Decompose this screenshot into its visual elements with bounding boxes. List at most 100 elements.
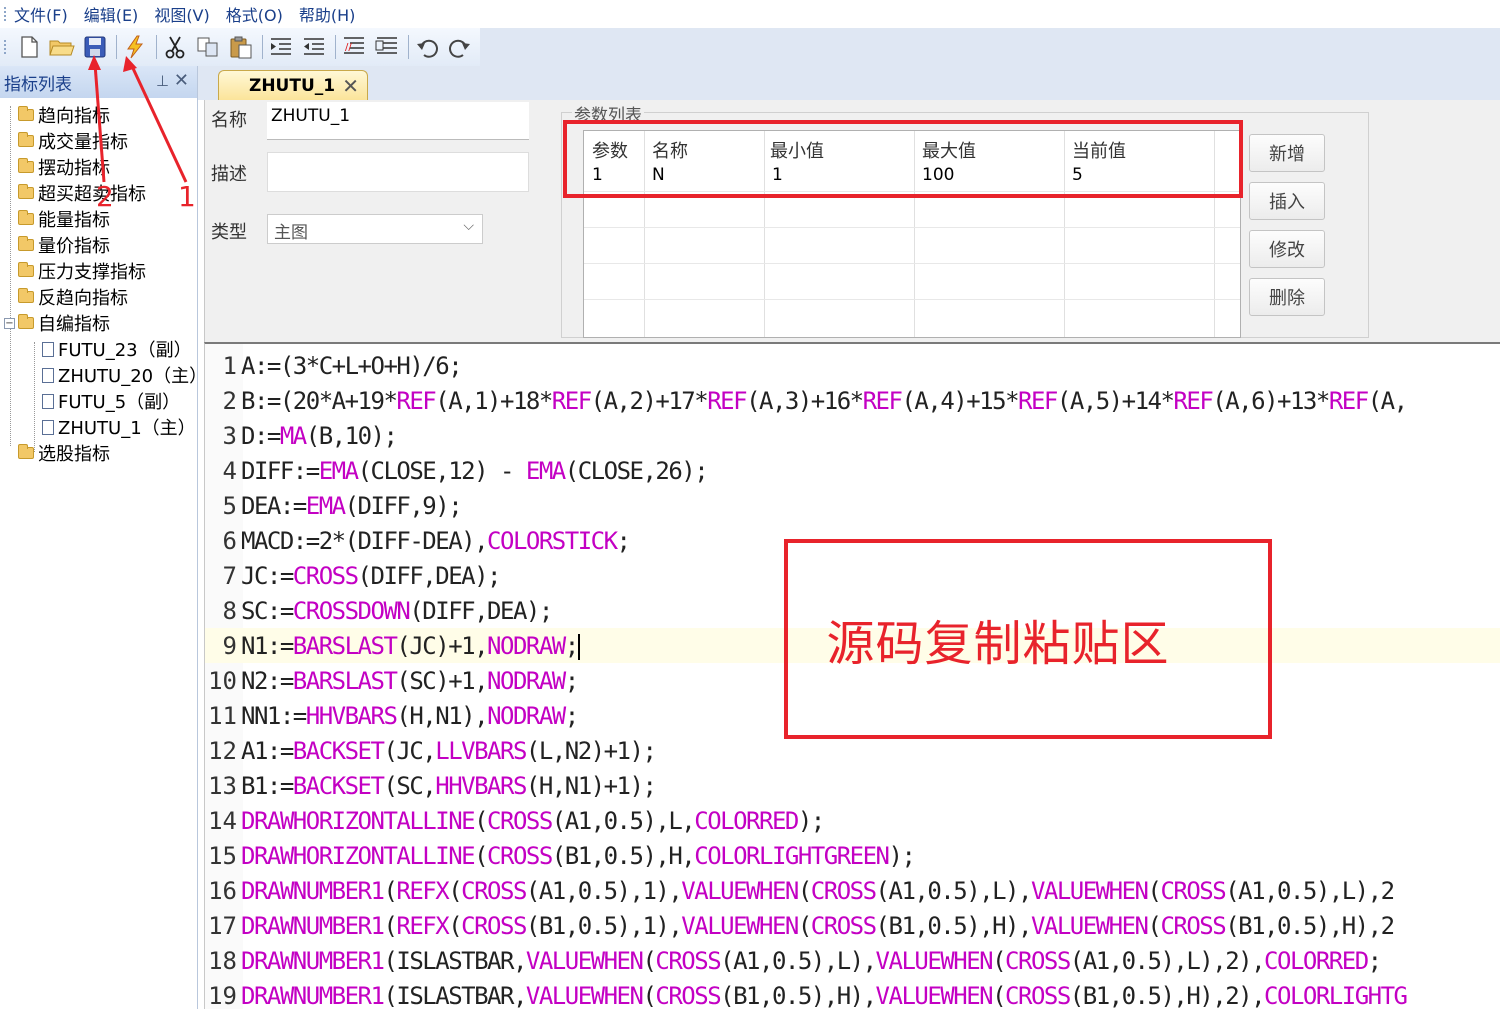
line-number: 11 <box>208 701 237 730</box>
insert-button[interactable]: 插入 <box>1249 182 1325 220</box>
toolbar-background <box>480 28 1500 66</box>
close-icon[interactable]: ✕ <box>174 70 189 91</box>
tree-folder[interactable]: 选股指标 <box>18 440 110 466</box>
line-number: 6 <box>222 526 237 555</box>
code-line[interactable]: 19 DRAWNUMBER1(ISLASTBAR,VALUEWHEN(CROSS(… <box>205 978 1500 1009</box>
menu-format[interactable]: 格式(O) <box>226 2 283 26</box>
code-line[interactable]: 5 DEA:=EMA(DIFF,9); <box>205 488 1500 523</box>
tree-folder[interactable]: 趋向指标 <box>18 102 110 128</box>
copy-icon[interactable] <box>193 32 223 62</box>
row-divider <box>584 263 1240 264</box>
line-number: 3 <box>222 421 237 450</box>
outdent-icon[interactable] <box>299 32 329 62</box>
tree-folder[interactable]: 摆动指标 <box>18 154 110 180</box>
tree-item-label: FUTU_5（副） <box>58 392 181 413</box>
menu-view[interactable]: 视图(V) <box>154 2 209 26</box>
code-text: JC:=CROSS(DIFF,DEA); <box>241 561 502 590</box>
tab-close-icon[interactable]: ✕ <box>342 74 359 98</box>
cut-icon[interactable] <box>160 32 190 62</box>
code-text: A:=(3*C+L+O+H)/6; <box>241 351 463 380</box>
indent-icon[interactable] <box>266 32 296 62</box>
name-field[interactable]: ZHUTU_1 <box>267 102 529 140</box>
line-number: 12 <box>208 736 237 765</box>
paste-area-highlight-box: 源码复制粘贴区 <box>784 539 1272 739</box>
tree-guide-line <box>34 342 35 452</box>
code-text: A1:=BACKSET(JC,LLVBARS(L,N2)+1); <box>241 736 657 765</box>
uncomment-icon[interactable] <box>372 32 402 62</box>
code-line[interactable]: 15 DRAWHORIZONTALLINE(CROSS(B1,0.5),H,COL… <box>205 838 1500 873</box>
code-line[interactable]: 4 DIFF:=EMA(CLOSE,12) - EMA(CLOSE,26); <box>205 453 1500 488</box>
code-line[interactable]: 14 DRAWHORIZONTALLINE(CROSS(A1,0.5),L,COL… <box>205 803 1500 838</box>
code-text: B:=(20*A+19*REF(A,1)+18*REF(A,2)+17*REF(… <box>241 386 1408 415</box>
tree-folder-label: 超买超卖指标 <box>38 184 146 205</box>
tree-folder[interactable]: 压力支撑指标 <box>18 258 146 284</box>
code-line[interactable]: 3 D:=MA(B,10); <box>205 418 1500 453</box>
code-text: DRAWHORIZONTALLINE(CROSS(A1,0.5),L,COLOR… <box>241 806 825 835</box>
svg-text://: // <box>345 42 352 53</box>
document-icon <box>42 393 54 409</box>
code-line[interactable]: 17 DRAWNUMBER1(REFX(CROSS(B1,0.5),1),VALU… <box>205 908 1500 943</box>
tree-folder[interactable]: 超买超卖指标 <box>18 180 146 206</box>
code-text: DRAWNUMBER1(ISLASTBAR,VALUEWHEN(CROSS(A1… <box>241 946 1382 975</box>
code-line[interactable]: 1 A:=(3*C+L+O+H)/6; <box>205 348 1500 383</box>
chevron-down-icon: ⌵ <box>463 218 474 234</box>
tab-label: ZHUTU_1 <box>249 75 336 96</box>
tree-item[interactable]: FUTU_23（副） <box>42 336 192 362</box>
toolbar-separator <box>116 35 117 59</box>
panel-title: 指标列表 <box>4 74 72 95</box>
folder-icon <box>18 236 34 251</box>
tree-folder-label: 量价指标 <box>38 236 110 257</box>
line-number: 17 <box>208 911 237 940</box>
tree-folder[interactable]: 量价指标 <box>18 232 110 258</box>
tree-item[interactable]: ZHUTU_1（主） <box>42 414 196 440</box>
line-number: 5 <box>222 491 237 520</box>
line-number: 7 <box>222 561 237 590</box>
open-folder-icon[interactable] <box>47 32 77 62</box>
tree-folder[interactable]: 成交量指标 <box>18 128 128 154</box>
tree-folder-label: 反趋向指标 <box>38 288 128 309</box>
tree-folder-custom[interactable]: − 自编指标 <box>4 310 110 336</box>
tab-zhutu-1[interactable]: ZHUTU_1 ✕ <box>218 70 368 100</box>
document-icon <box>42 367 54 383</box>
tree-item-label: ZHUTU_1（主） <box>58 418 196 439</box>
menu-edit[interactable]: 编辑(E) <box>84 2 139 26</box>
tree-folder-label: 成交量指标 <box>38 132 128 153</box>
folder-icon <box>18 262 34 277</box>
toolbar-separator <box>408 35 409 59</box>
tree-folder-label: 压力支撑指标 <box>38 262 146 283</box>
description-field[interactable] <box>267 152 529 192</box>
tree-folder-label: 趋向指标 <box>38 106 110 127</box>
folder-icon <box>18 444 34 459</box>
redo-icon[interactable] <box>445 32 475 62</box>
tree-folder[interactable]: 反趋向指标 <box>18 284 128 310</box>
comment-icon[interactable]: // <box>339 32 369 62</box>
undo-icon[interactable] <box>412 32 442 62</box>
paste-icon[interactable] <box>226 32 256 62</box>
modify-button[interactable]: 修改 <box>1249 230 1325 268</box>
save-icon[interactable] <box>80 32 110 62</box>
folder-icon <box>18 158 34 173</box>
name-label: 名称 <box>211 110 247 131</box>
delete-button[interactable]: 删除 <box>1249 278 1325 316</box>
tree-item[interactable]: FUTU_5（副） <box>42 388 180 414</box>
panel-header: 指标列表 ⊥ ✕ <box>0 66 197 98</box>
code-line[interactable]: 2 B:=(20*A+19*REF(A,1)+18*REF(A,2)+17*REF… <box>205 383 1500 418</box>
code-line[interactable]: 13 B1:=BACKSET(SC,HHVBARS(H,N1)+1); <box>205 768 1500 803</box>
type-label: 类型 <box>211 222 247 243</box>
toolbar-separator <box>262 35 263 59</box>
tree-item[interactable]: ZHUTU_20（主） <box>42 362 207 388</box>
code-text: B1:=BACKSET(SC,HHVBARS(H,N1)+1); <box>241 771 657 800</box>
code-line[interactable]: 18 DRAWNUMBER1(ISLASTBAR,VALUEWHEN(CROSS(… <box>205 943 1500 978</box>
folder-icon <box>18 132 34 147</box>
type-select[interactable]: 主图 ⌵ <box>267 214 483 244</box>
compile-icon[interactable] <box>120 32 150 62</box>
collapse-toggle[interactable]: − <box>4 317 15 329</box>
new-file-icon[interactable] <box>14 32 44 62</box>
menu-file[interactable]: 文件(F) <box>14 2 68 26</box>
pin-icon[interactable]: ⊥ <box>156 72 169 90</box>
add-button[interactable]: 新增 <box>1249 134 1325 172</box>
menu-help[interactable]: 帮助(H) <box>299 2 356 26</box>
toolbar-separator <box>156 35 157 59</box>
tree-folder-label: 自编指标 <box>38 314 110 335</box>
code-line[interactable]: 16 DRAWNUMBER1(REFX(CROSS(A1,0.5),1),VALU… <box>205 873 1500 908</box>
